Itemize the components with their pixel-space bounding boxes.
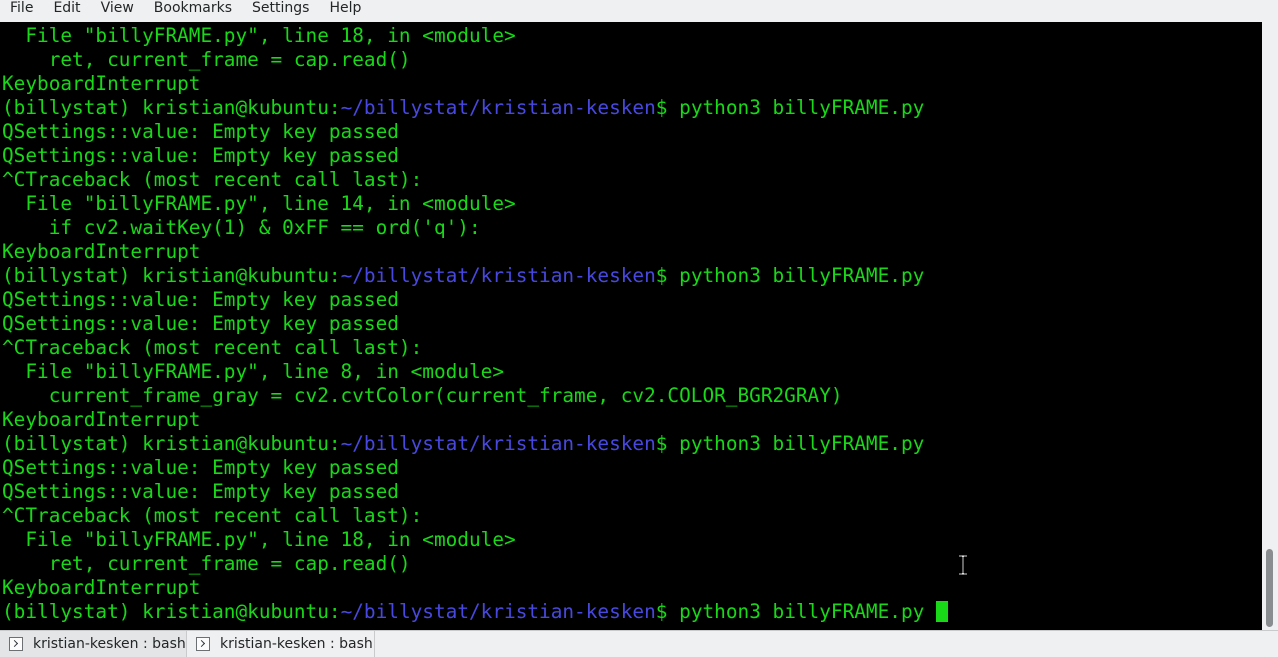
output-line: QSettings::value: Empty key passed (2, 120, 399, 143)
menu-bar: File Edit View Bookmarks Settings Help (0, 0, 1278, 22)
prompt-symbol: $ (655, 96, 668, 119)
prompt-separator: : (328, 96, 341, 119)
output-line: QSettings::value: Empty key passed (2, 144, 399, 167)
prompt-path: ~/billystat/kristian-kesken (340, 432, 656, 455)
terminal-icon (9, 637, 23, 651)
output-line: KeyboardInterrupt (2, 240, 201, 263)
prompt-user-host: (billystat) kristian@kubuntu (2, 96, 329, 119)
prompt-path: ~/billystat/kristian-kesken (340, 600, 656, 623)
terminal-icon (196, 637, 210, 651)
output-line: QSettings::value: Empty key passed (2, 288, 399, 311)
prompt-user-host: (billystat) kristian@kubuntu (2, 264, 329, 287)
output-line: ret, current_frame = cap.read() (2, 48, 411, 71)
prompt-line: (billystat) kristian@kubuntu:~/billystat… (2, 96, 924, 120)
tab-bar: kristian-kesken : bash kristian-kesken :… (0, 630, 1278, 657)
output-line: QSettings::value: Empty key passed (2, 456, 399, 479)
output-line: File "billyFRAME.py", line 14, in <modul… (2, 192, 516, 215)
prompt-line: (billystat) kristian@kubuntu:~/billystat… (2, 264, 924, 288)
command-text: python3 billyFRAME.py (667, 264, 925, 287)
output-line: ^CTraceback (most recent call last): (2, 168, 423, 191)
terminal-cursor (935, 601, 948, 622)
prompt-separator: : (328, 432, 341, 455)
text-cursor-icon (959, 555, 967, 575)
prompt-path: ~/billystat/kristian-kesken (340, 264, 656, 287)
menu-settings[interactable]: Settings (242, 0, 319, 16)
output-line: ret, current_frame = cap.read() (2, 552, 411, 575)
prompt-user-host: (billystat) kristian@kubuntu (2, 600, 329, 623)
output-line: KeyboardInterrupt (2, 576, 201, 599)
output-line: KeyboardInterrupt (2, 72, 201, 95)
prompt-separator: : (328, 600, 341, 623)
prompt-symbol: $ (655, 600, 668, 623)
prompt-separator: : (328, 264, 341, 287)
output-line: ^CTraceback (most recent call last): (2, 504, 423, 527)
prompt-path: ~/billystat/kristian-kesken (340, 96, 656, 119)
prompt-user-host: (billystat) kristian@kubuntu (2, 432, 329, 455)
prompt-symbol: $ (655, 432, 668, 455)
command-text: python3 billyFRAME.py (667, 432, 925, 455)
output-line: KeyboardInterrupt (2, 408, 201, 431)
scrollbar-thumb[interactable] (1266, 549, 1273, 627)
command-text: python3 billyFRAME.py (667, 96, 925, 119)
output-line: current_frame_gray = cv2.cvtColor(curren… (2, 384, 843, 407)
output-line: File "billyFRAME.py", line 18, in <modul… (2, 528, 516, 551)
menu-view[interactable]: View (91, 0, 144, 16)
tab-session-2[interactable]: kristian-kesken : bash (187, 631, 375, 657)
tab-label: kristian-kesken : bash (33, 636, 186, 652)
tab-label: kristian-kesken : bash (220, 636, 373, 652)
terminal-output[interactable]: File "billyFRAME.py", line 18, in <modul… (0, 22, 1262, 630)
menu-bookmarks[interactable]: Bookmarks (144, 0, 242, 16)
output-line: QSettings::value: Empty key passed (2, 312, 399, 335)
terminal-scrollbar[interactable] (1262, 22, 1278, 630)
menu-file[interactable]: File (0, 0, 43, 16)
menu-edit[interactable]: Edit (43, 0, 90, 16)
output-line: if cv2.waitKey(1) & 0xFF == ord('q'): (2, 216, 481, 239)
menu-help[interactable]: Help (319, 0, 371, 16)
command-text: python3 billyFRAME.py (667, 600, 936, 623)
prompt-line: (billystat) kristian@kubuntu:~/billystat… (2, 600, 948, 624)
output-line: ^CTraceback (most recent call last): (2, 336, 423, 359)
prompt-line: (billystat) kristian@kubuntu:~/billystat… (2, 432, 924, 456)
output-line: File "billyFRAME.py", line 18, in <modul… (2, 24, 516, 47)
output-line: QSettings::value: Empty key passed (2, 480, 399, 503)
prompt-symbol: $ (655, 264, 668, 287)
tab-session-1[interactable]: kristian-kesken : bash (0, 631, 187, 657)
output-line: File "billyFRAME.py", line 8, in <module… (2, 360, 504, 383)
